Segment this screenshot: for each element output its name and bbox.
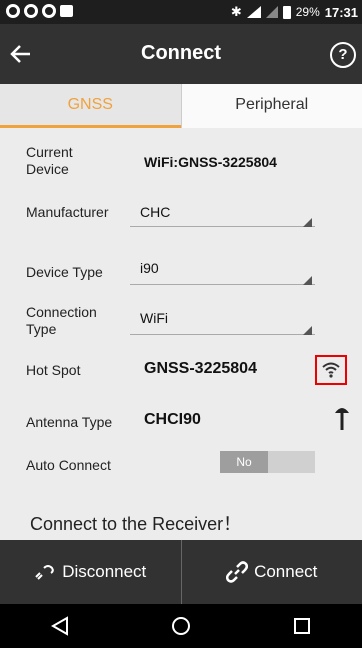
notification-icon bbox=[24, 4, 38, 18]
action-bar: Disconnect Connect bbox=[0, 540, 362, 604]
dropdown-arrow-icon bbox=[303, 276, 312, 285]
image-notification-icon bbox=[60, 5, 73, 17]
nav-home-button[interactable] bbox=[166, 611, 196, 641]
current-device-value: WiFi:GNSS-3225804 bbox=[144, 154, 277, 170]
signal-icon bbox=[246, 6, 261, 18]
device-type-label: Device Type bbox=[26, 264, 103, 280]
status-bar: ✱ 29% 17:31 bbox=[0, 0, 362, 24]
auto-connect-toggle[interactable]: No bbox=[220, 451, 315, 473]
manufacturer-value: CHC bbox=[140, 204, 171, 220]
connect-label: Connect bbox=[254, 562, 318, 581]
tab-peripheral[interactable]: Peripheral bbox=[180, 84, 362, 128]
tab-bar: GNSS Peripheral bbox=[0, 84, 362, 128]
connection-type-label: Connection Type bbox=[26, 304, 97, 337]
app-header: Connect ? bbox=[0, 24, 362, 84]
recents-square-icon bbox=[293, 618, 310, 634]
auto-connect-label: Auto Connect bbox=[26, 457, 111, 473]
connect-button[interactable]: Connect bbox=[182, 540, 362, 604]
disconnect-label: Disconnect bbox=[62, 562, 147, 581]
notification-icon bbox=[42, 4, 56, 18]
dropdown-arrow-icon bbox=[303, 218, 312, 227]
nav-recents-button[interactable] bbox=[287, 611, 317, 641]
back-triangle-icon bbox=[51, 616, 69, 636]
bluetooth-icon: ✱ bbox=[230, 4, 242, 19]
antenna-icon[interactable] bbox=[334, 405, 350, 431]
help-button[interactable]: ? bbox=[330, 42, 356, 68]
wifi-icon bbox=[322, 362, 340, 378]
current-device-label: Current Device bbox=[26, 144, 73, 177]
notification-icons bbox=[6, 4, 73, 18]
battery-icon bbox=[282, 5, 291, 19]
wifi-scan-button[interactable] bbox=[315, 355, 347, 385]
system-nav-bar bbox=[0, 604, 362, 648]
hot-spot-label: Hot Spot bbox=[26, 362, 81, 378]
hot-spot-value: GNSS-3225804 bbox=[144, 360, 257, 377]
connection-type-value: WiFi bbox=[140, 310, 168, 326]
dropdown-arrow-icon bbox=[303, 326, 312, 335]
dropdown-underline bbox=[130, 226, 315, 227]
device-type-value: i90 bbox=[140, 260, 159, 276]
link-icon bbox=[226, 561, 249, 583]
nav-back-button[interactable] bbox=[45, 611, 75, 641]
clock: 17:31 bbox=[324, 4, 358, 20]
battery-percent: 29% bbox=[295, 5, 320, 19]
page-title: Connect bbox=[141, 42, 221, 64]
dropdown-underline bbox=[130, 334, 315, 335]
cellular-icon bbox=[265, 6, 278, 18]
connect-message: Connect to the Receiver！ bbox=[30, 514, 242, 534]
toggle-state: No bbox=[220, 451, 268, 473]
broken-link-icon bbox=[35, 565, 54, 580]
connection-form: Current Device WiFi:GNSS-3225804 Manufac… bbox=[0, 128, 362, 540]
antenna-type-value: CHCI90 bbox=[144, 411, 201, 428]
tab-gnss[interactable]: GNSS bbox=[0, 84, 181, 128]
antenna-type-label: Antenna Type bbox=[26, 414, 113, 430]
home-circle-icon bbox=[171, 617, 190, 635]
disconnect-button[interactable]: Disconnect bbox=[0, 540, 182, 604]
dropdown-underline bbox=[130, 284, 315, 285]
notification-icon bbox=[6, 4, 20, 18]
manufacturer-label: Manufacturer bbox=[26, 204, 109, 220]
